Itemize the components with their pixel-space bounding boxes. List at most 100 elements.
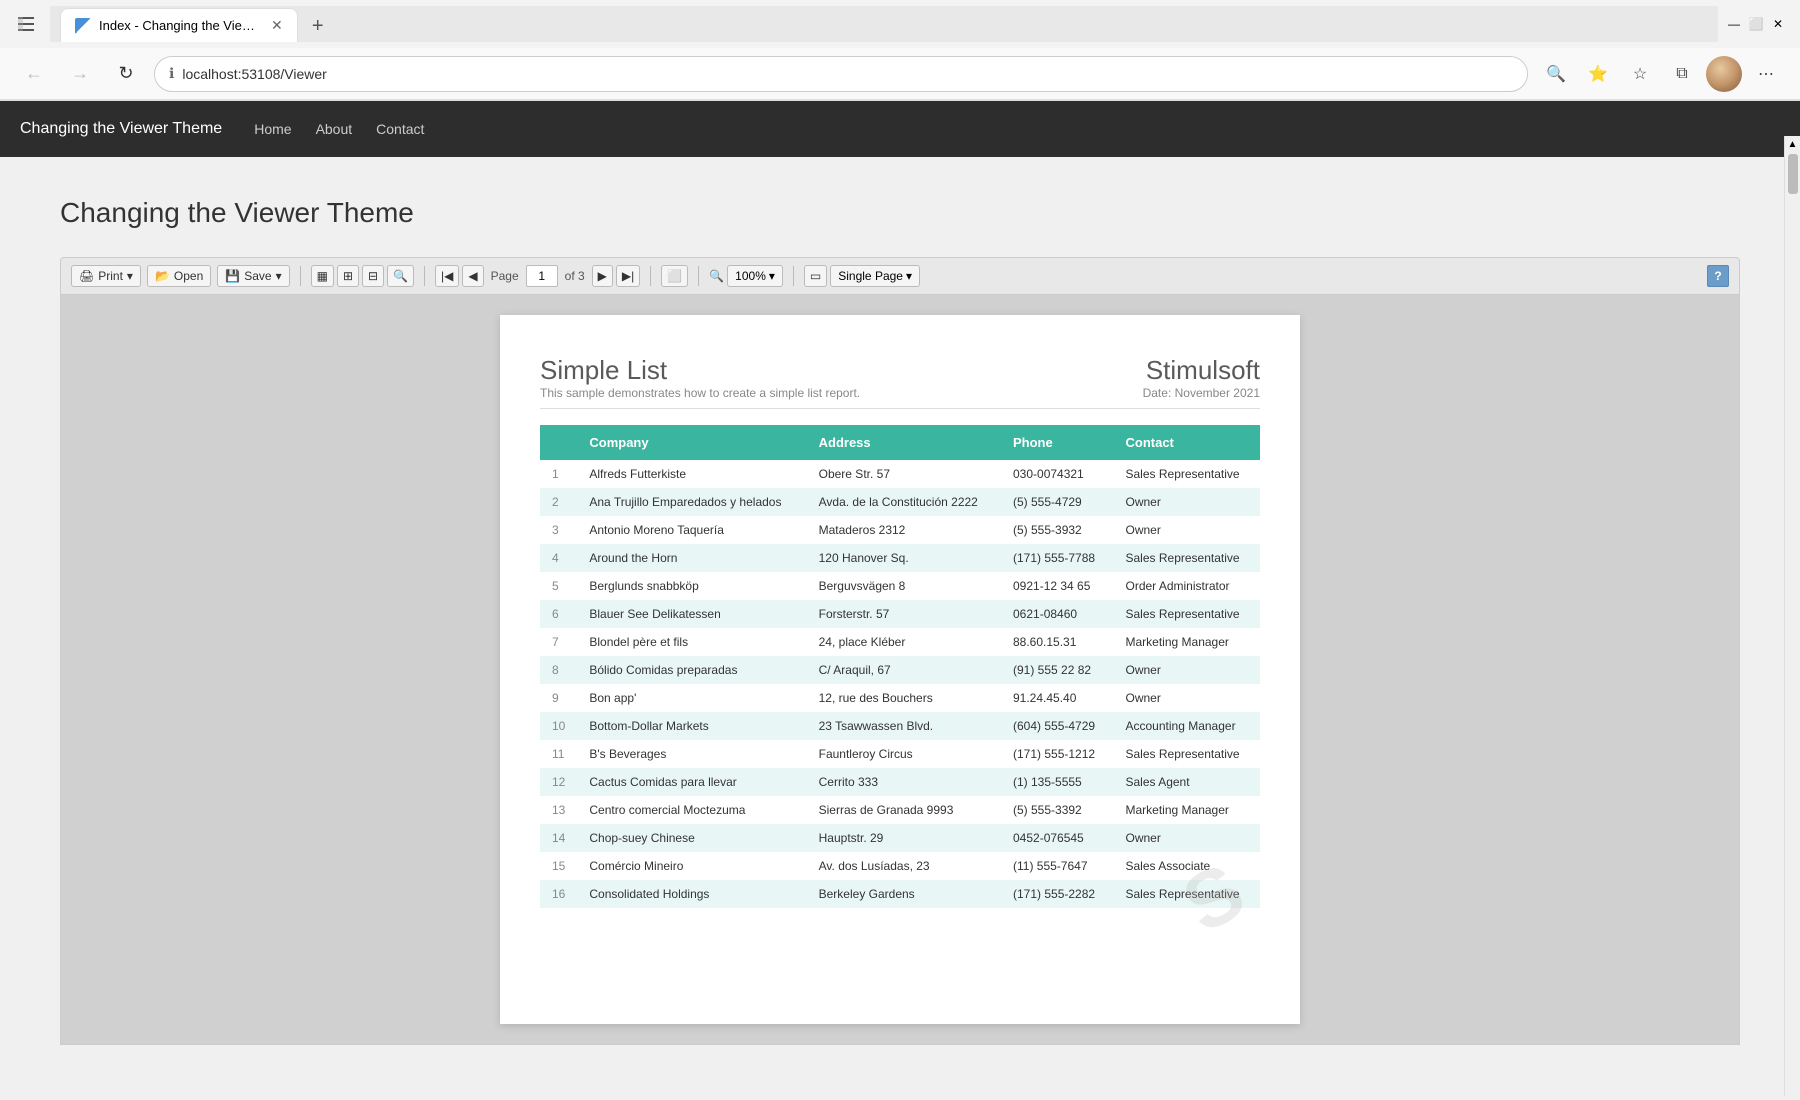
cell-address: 24, place Kléber bbox=[807, 628, 1001, 656]
cell-company: Chop-suey Chinese bbox=[577, 824, 806, 852]
minimize-button[interactable]: — bbox=[1726, 16, 1742, 32]
prev-page-button[interactable]: ◀ bbox=[462, 265, 483, 287]
pagination-group: |◀ ◀ Page of 3 ▶ ▶| bbox=[435, 265, 640, 287]
browser-toolbar-icons: 🔍 ⭐ ☆ ⧉ ⋯ bbox=[1538, 56, 1784, 92]
cell-phone: (171) 555-2282 bbox=[1001, 880, 1114, 908]
cell-address: C/ Araquil, 67 bbox=[807, 656, 1001, 684]
refresh-button[interactable]: ↻ bbox=[108, 56, 144, 92]
page-number-input[interactable] bbox=[526, 265, 558, 287]
title-bar: Index - Changing the Viewer Th ✕ + — ⬜ ✕ bbox=[0, 0, 1800, 48]
cell-contact: Owner bbox=[1114, 488, 1261, 516]
last-page-button[interactable]: ▶| bbox=[616, 265, 640, 287]
table-row: 5 Berglunds snabbköp Berguvsvägen 8 0921… bbox=[540, 572, 1260, 600]
col-company-header: Company bbox=[577, 425, 806, 460]
collections-button[interactable]: ⧉ bbox=[1664, 56, 1700, 92]
cell-contact: Marketing Manager bbox=[1114, 796, 1261, 824]
cell-company: Alfreds Futterkiste bbox=[577, 460, 806, 488]
layout-btn2[interactable]: ⊞ bbox=[337, 265, 359, 287]
zoom-button[interactable]: 100% ▾ bbox=[727, 265, 783, 287]
cell-contact: Owner bbox=[1114, 516, 1261, 544]
next-page-button[interactable]: ▶ bbox=[592, 265, 613, 287]
view-mode-button[interactable]: Single Page ▾ bbox=[830, 265, 920, 287]
new-tab-button[interactable]: + bbox=[302, 10, 334, 42]
sep4 bbox=[698, 266, 699, 286]
cell-address: Mataderos 2312 bbox=[807, 516, 1001, 544]
profile-avatar[interactable] bbox=[1706, 56, 1742, 92]
search-button[interactable]: 🔍 bbox=[1538, 56, 1574, 92]
address-bar: ← → ↻ ℹ localhost:53108/Viewer 🔍 ⭐ ☆ ⧉ ⋯ bbox=[0, 48, 1800, 100]
sep2 bbox=[424, 266, 425, 286]
layout-btn3[interactable]: ⊟ bbox=[362, 265, 384, 287]
cell-address: Berguvsvägen 8 bbox=[807, 572, 1001, 600]
page-content: Changing the Viewer Theme 🖨 Print ▾ 📂 Op… bbox=[0, 157, 1800, 1085]
save-group: 💾 Save ▾ bbox=[217, 265, 289, 287]
cell-phone: (171) 555-1212 bbox=[1001, 740, 1114, 768]
view-icon-btn[interactable]: ▭ bbox=[804, 265, 827, 287]
zoom-icon: 🔍 bbox=[709, 269, 724, 283]
settings-button[interactable]: ⋯ bbox=[1748, 56, 1784, 92]
browser-chrome: Index - Changing the Viewer Th ✕ + — ⬜ ✕… bbox=[0, 0, 1800, 101]
cell-address: Fauntleroy Circus bbox=[807, 740, 1001, 768]
forward-button[interactable]: → bbox=[62, 56, 98, 92]
save-arrow: ▾ bbox=[276, 269, 282, 283]
sidebar-toggle-button[interactable] bbox=[10, 8, 42, 40]
table-row: 9 Bon app' 12, rue des Bouchers 91.24.45… bbox=[540, 684, 1260, 712]
cell-contact: Sales Representative bbox=[1114, 600, 1261, 628]
cell-phone: 0921-12 34 65 bbox=[1001, 572, 1114, 600]
fullscreen-button[interactable]: ⬜ bbox=[661, 265, 688, 287]
nav-link-about[interactable]: About bbox=[316, 117, 353, 141]
layout-btn1[interactable]: ▦ bbox=[311, 265, 334, 287]
nav-link-contact[interactable]: Contact bbox=[376, 117, 424, 141]
cell-num: 12 bbox=[540, 768, 577, 796]
cell-company: Ana Trujillo Emparedados y helados bbox=[577, 488, 806, 516]
sep1 bbox=[300, 266, 301, 286]
cell-company: Bottom-Dollar Markets bbox=[577, 712, 806, 740]
table-body: 1 Alfreds Futterkiste Obere Str. 57 030-… bbox=[540, 460, 1260, 908]
cell-contact: Order Administrator bbox=[1114, 572, 1261, 600]
cell-num: 9 bbox=[540, 684, 577, 712]
table-row: 12 Cactus Comidas para llevar Cerrito 33… bbox=[540, 768, 1260, 796]
active-tab[interactable]: Index - Changing the Viewer Th ✕ bbox=[60, 8, 298, 42]
nav-link-home[interactable]: Home bbox=[254, 117, 291, 141]
cell-address: 12, rue des Bouchers bbox=[807, 684, 1001, 712]
cell-contact: Marketing Manager bbox=[1114, 628, 1261, 656]
data-table: Company Address Phone Contact 1 Alfreds … bbox=[540, 425, 1260, 908]
search-btn[interactable]: 🔍 bbox=[387, 265, 414, 287]
report-title-group: Simple List This sample demonstrates how… bbox=[540, 355, 860, 400]
report-page: Simple List This sample demonstrates how… bbox=[500, 315, 1300, 1024]
table-row: 13 Centro comercial Moctezuma Sierras de… bbox=[540, 796, 1260, 824]
maximize-button[interactable]: ⬜ bbox=[1748, 16, 1764, 32]
cell-phone: (5) 555-4729 bbox=[1001, 488, 1114, 516]
table-row: 7 Blondel père et fils 24, place Kléber … bbox=[540, 628, 1260, 656]
nav-links: Home About Contact bbox=[254, 117, 424, 141]
zoom-arrow: ▾ bbox=[769, 269, 775, 283]
first-page-button[interactable]: |◀ bbox=[435, 265, 459, 287]
tab-close-button[interactable]: ✕ bbox=[271, 17, 283, 34]
cell-address: Avda. de la Constitución 2222 bbox=[807, 488, 1001, 516]
scrollbar[interactable]: ▲ bbox=[1784, 136, 1800, 1096]
back-button[interactable]: ← bbox=[16, 56, 52, 92]
scroll-thumb[interactable] bbox=[1788, 154, 1798, 194]
scroll-up-arrow[interactable]: ▲ bbox=[1785, 136, 1800, 152]
col-phone-header: Phone bbox=[1001, 425, 1114, 460]
open-button[interactable]: 📂 Open bbox=[147, 265, 211, 287]
cell-phone: (5) 555-3932 bbox=[1001, 516, 1114, 544]
view-label: Single Page bbox=[838, 269, 903, 283]
url-text: localhost:53108/Viewer bbox=[182, 66, 1513, 82]
cell-num: 6 bbox=[540, 600, 577, 628]
page-layout-group: ▦ ⊞ ⊟ 🔍 bbox=[311, 265, 414, 287]
print-button[interactable]: 🖨 Print ▾ bbox=[71, 265, 141, 287]
cell-contact: Sales Agent bbox=[1114, 768, 1261, 796]
favorites-notification-button[interactable]: ⭐ bbox=[1580, 56, 1616, 92]
favorites-button[interactable]: ☆ bbox=[1622, 56, 1658, 92]
url-bar[interactable]: ℹ localhost:53108/Viewer bbox=[154, 56, 1528, 92]
close-button[interactable]: ✕ bbox=[1770, 16, 1786, 32]
help-button[interactable]: ? bbox=[1707, 265, 1729, 287]
cell-phone: 91.24.45.40 bbox=[1001, 684, 1114, 712]
cell-num: 8 bbox=[540, 656, 577, 684]
cell-contact: Sales Representative bbox=[1114, 460, 1261, 488]
cell-company: Comércio Mineiro bbox=[577, 852, 806, 880]
print-icon: 🖨 bbox=[79, 269, 94, 283]
cell-company: Consolidated Holdings bbox=[577, 880, 806, 908]
save-button[interactable]: 💾 Save ▾ bbox=[217, 265, 289, 287]
